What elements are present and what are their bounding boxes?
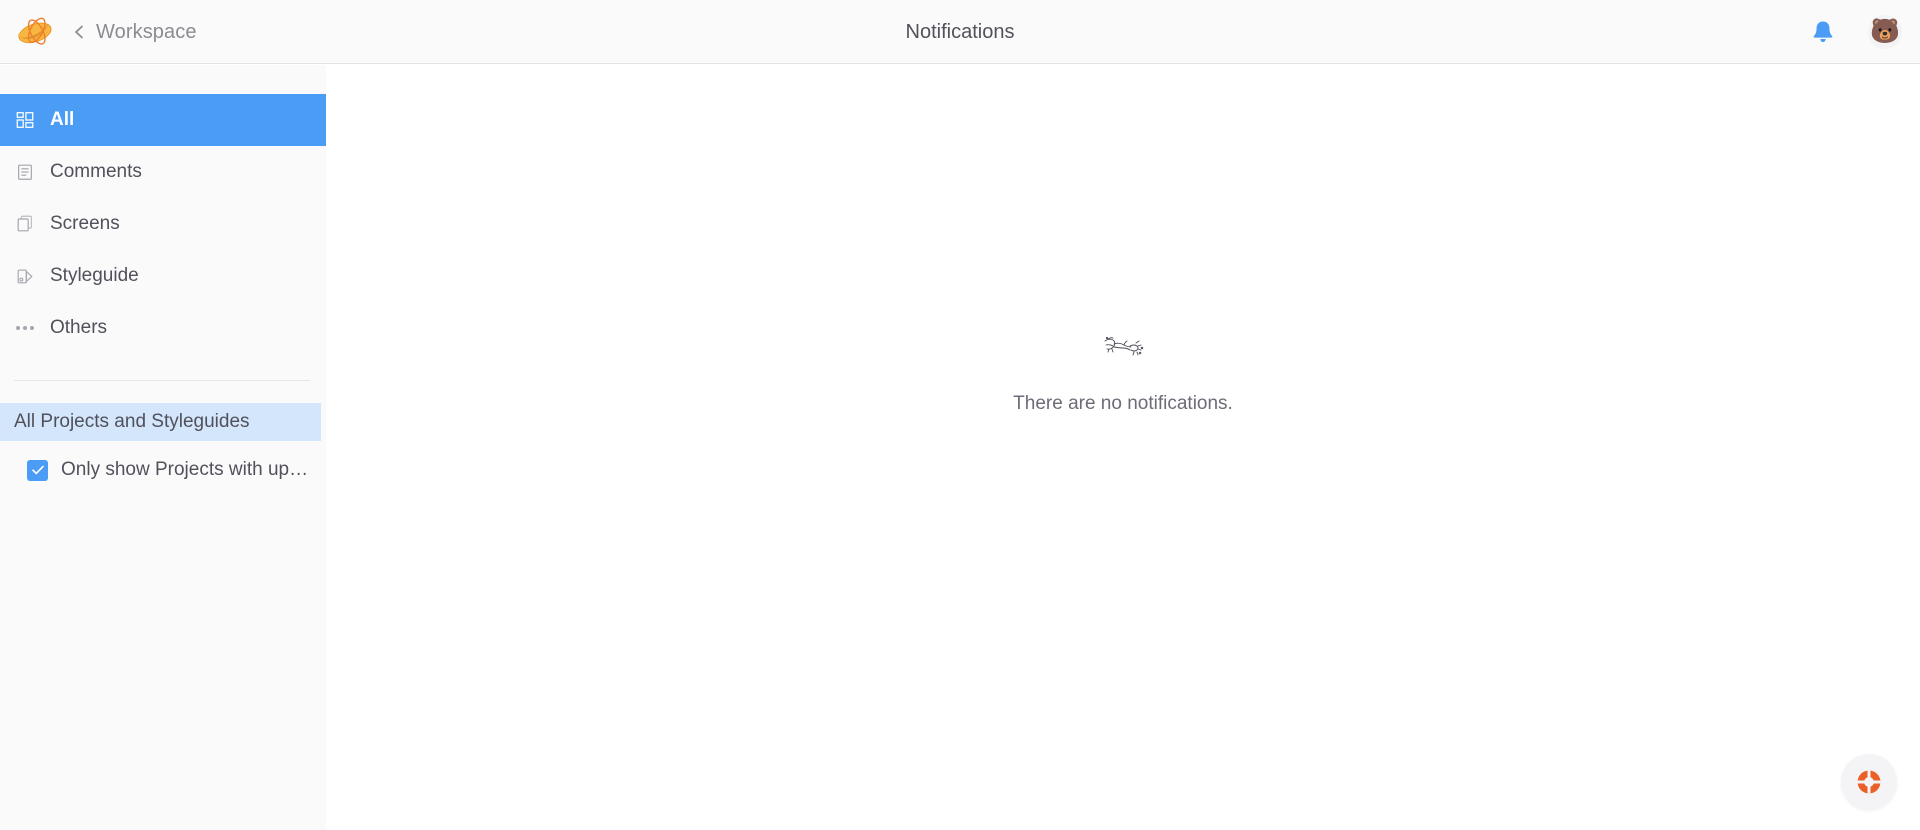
back-to-workspace-link[interactable]: Workspace	[72, 0, 197, 64]
sidebar-item-others[interactable]: Others	[0, 302, 326, 354]
sidebar-item-label: Styleguide	[50, 265, 139, 286]
top-bar-left-group: Workspace	[14, 0, 197, 64]
filter-checkbox[interactable]	[27, 459, 48, 481]
sidebar-item-all[interactable]: All	[0, 94, 326, 146]
top-bar: Workspace Notifications 🐻	[0, 0, 1920, 64]
lifebuoy-help-icon	[1857, 770, 1881, 794]
empty-state-message: There are no notifications.	[1013, 393, 1233, 414]
styleguide-tag-icon	[14, 265, 36, 287]
sidebar-item-screens[interactable]: Screens	[0, 198, 326, 250]
sidebar-item-label: All	[50, 109, 75, 130]
empty-state: There are no notifications.	[326, 335, 1920, 415]
sidebar-item-label: Others	[50, 317, 108, 338]
help-button[interactable]	[1841, 754, 1897, 810]
screens-stack-icon	[14, 213, 36, 235]
sidebar-divider	[14, 380, 310, 381]
sidebar-item-label: Screens	[50, 213, 120, 234]
bell-icon	[1813, 21, 1833, 43]
chevron-left-icon	[75, 25, 83, 39]
app-window: Workspace Notifications 🐻 All Comments S…	[0, 0, 1920, 830]
zeppelin-logo-icon[interactable]	[14, 11, 56, 53]
filter-label: Only show Projects with up…	[61, 459, 309, 480]
sidebar-item-styleguide[interactable]: Styleguide	[0, 250, 326, 302]
no-notifications-illustration-icon	[1104, 336, 1144, 356]
checkmark-icon	[31, 465, 44, 475]
top-bar-right-group: 🐻	[1806, 0, 1902, 64]
ellipsis-icon	[14, 317, 36, 339]
grid-icon	[14, 109, 36, 131]
page-title: Notifications	[905, 21, 1015, 43]
sidebar-scope-label: All Projects and Styleguides	[14, 411, 250, 432]
comment-document-icon	[14, 161, 36, 183]
only-show-projects-with-updates-filter[interactable]: Only show Projects with up…	[0, 459, 326, 481]
notifications-bell-button[interactable]	[1806, 15, 1840, 49]
main-content: There are no notifications.	[326, 65, 1920, 830]
sidebar-item-label: Comments	[50, 161, 142, 182]
sidebar-item-comments[interactable]: Comments	[0, 146, 326, 198]
user-avatar[interactable]: 🐻	[1868, 15, 1902, 49]
workspace-label: Workspace	[96, 20, 197, 43]
sidebar-scope-all-projects-and-styleguides[interactable]: All Projects and Styleguides	[0, 403, 321, 441]
sidebar: All Comments Screens Styleguide Others A…	[0, 65, 326, 830]
avatar-glyph: 🐻	[1870, 18, 1900, 45]
